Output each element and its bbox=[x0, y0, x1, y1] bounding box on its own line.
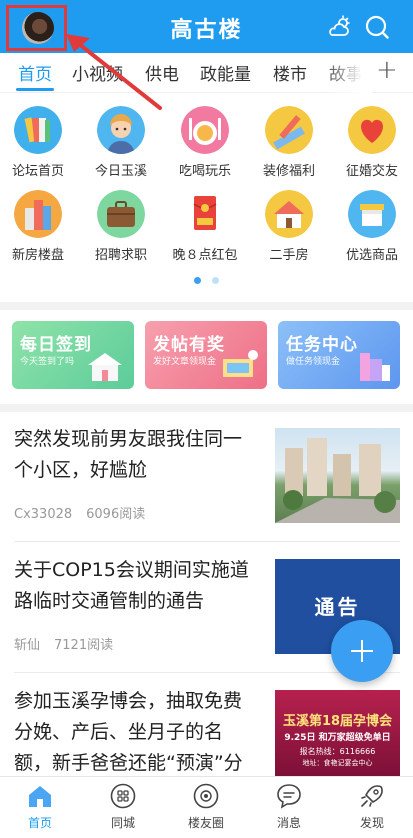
tab-property[interactable]: 楼市 bbox=[273, 60, 307, 85]
news-thumbnail[interactable] bbox=[275, 428, 400, 523]
grid-label: 晚８点红包 bbox=[172, 248, 238, 263]
person-avatar-icon bbox=[97, 106, 145, 154]
grid-item-yuxi-today[interactable]: 今日玉溪 bbox=[80, 106, 162, 188]
create-post-button[interactable] bbox=[331, 620, 393, 682]
grid-label: 招聘求职 bbox=[94, 248, 147, 263]
grid-label: 优选商品 bbox=[345, 248, 398, 263]
news-author: Cx33028 bbox=[14, 507, 73, 522]
post-reward-card[interactable]: 发帖有奖 发好文章领现金 bbox=[145, 321, 267, 389]
desk-illustration-icon bbox=[223, 350, 258, 377]
section-divider bbox=[0, 302, 413, 310]
news-thumbnail[interactable]: 玉溪第18届孕博会 9.25日 和万家超级免单日 报名热线：6116666 地址… bbox=[275, 690, 400, 776]
carousel-dot-active[interactable] bbox=[194, 277, 201, 284]
news-meta: 斩仙 7121阅读 bbox=[14, 634, 127, 653]
shopping-icon bbox=[348, 190, 396, 238]
grid-item-new-homes[interactable]: 新房楼盘 bbox=[0, 190, 79, 272]
grid-label: 吃喝玩乐 bbox=[178, 164, 231, 179]
grid-apps-icon bbox=[110, 783, 136, 809]
apartment-photo-icon bbox=[275, 438, 400, 523]
nav-label: 发现 bbox=[359, 816, 384, 830]
dining-icon bbox=[181, 106, 229, 154]
tower-illustration-icon bbox=[360, 353, 390, 381]
grid-label: 二手房 bbox=[269, 248, 309, 263]
carousel-dot[interactable] bbox=[212, 277, 219, 284]
house-illustration-icon bbox=[88, 353, 122, 381]
thumbnail-hotline: 报名热线：6116666 bbox=[299, 747, 376, 756]
card-subtitle: 今天签到了吗 bbox=[20, 357, 75, 367]
grid-item-red-envelope[interactable]: 晚８点红包 bbox=[164, 190, 246, 272]
carousel-dots bbox=[0, 277, 413, 285]
thumbnail-text: 玉溪第18届孕博会 bbox=[282, 714, 393, 729]
grid-label: 装修福利 bbox=[262, 164, 315, 179]
card-subtitle: 做任务领现金 bbox=[286, 357, 341, 367]
buildings-icon bbox=[14, 190, 62, 238]
news-title[interactable]: 突然发现前男友跟我住同一个小区，好尴尬 bbox=[14, 424, 254, 486]
grid-label: 新房楼盘 bbox=[11, 248, 64, 263]
thumbnail-text: 通告 bbox=[314, 595, 361, 619]
nav-label: 同城 bbox=[110, 816, 135, 830]
section-divider bbox=[0, 404, 413, 412]
news-reads: 7121阅读 bbox=[54, 638, 114, 653]
news-reads: 6096阅读 bbox=[86, 507, 146, 522]
grid-label: 论坛首页 bbox=[11, 164, 64, 179]
grid-label: 今日玉溪 bbox=[94, 164, 147, 179]
nav-item-discover[interactable]: 发现 bbox=[331, 777, 413, 838]
weather-cloud-icon[interactable] bbox=[326, 14, 352, 40]
thumbnail-address: 地址：食艳记宴会中心 bbox=[302, 759, 373, 767]
camera-circle-icon bbox=[193, 783, 219, 809]
rocket-icon bbox=[361, 785, 383, 807]
thumbnail-subtext: 9.25日 和万家超级免单日 bbox=[284, 733, 391, 743]
news-title[interactable]: 关于COP15会议期间实施道路临时交通管制的通告 bbox=[14, 555, 254, 617]
grid-item-forum[interactable]: 论坛首页 bbox=[0, 106, 79, 188]
nav-label: 消息 bbox=[276, 816, 301, 830]
tab-power[interactable]: 供电 bbox=[145, 60, 179, 85]
news-divider bbox=[14, 541, 400, 542]
tab-gov[interactable]: 政能量 bbox=[200, 60, 251, 85]
forum-books-icon bbox=[14, 106, 62, 154]
heart-icon bbox=[348, 106, 396, 154]
add-channel-button[interactable]: + bbox=[376, 55, 398, 85]
nav-label: 首页 bbox=[27, 816, 52, 830]
house-icon bbox=[265, 190, 313, 238]
checkin-card[interactable]: 每日签到 今天签到了吗 bbox=[12, 321, 134, 389]
card-subtitle: 发好文章领现金 bbox=[153, 357, 217, 367]
nav-item-messages[interactable]: 消息 bbox=[248, 777, 330, 838]
nav-item-local[interactable]: 同城 bbox=[82, 777, 164, 838]
grid-item-jobs[interactable]: 招聘求职 bbox=[80, 190, 162, 272]
tab-fade bbox=[322, 53, 372, 93]
grid-item-decor[interactable]: 装修福利 bbox=[248, 106, 330, 188]
nav-item-circle[interactable]: 楼友圈 bbox=[165, 777, 247, 838]
grid-label: 征婚交友 bbox=[345, 164, 398, 179]
channel-tabs: 首页 小视频 供电 政能量 楼市 故事 + bbox=[0, 53, 413, 93]
grid-item-dining[interactable]: 吃喝玩乐 bbox=[164, 106, 246, 188]
nav-item-home[interactable]: 首页 bbox=[0, 777, 81, 838]
tab-short-video[interactable]: 小视频 bbox=[72, 60, 123, 85]
red-envelope-icon bbox=[193, 196, 217, 230]
search-icon[interactable] bbox=[364, 14, 390, 40]
bottom-nav: 首页 同城 楼友圈 消息 发现 bbox=[0, 776, 413, 838]
grid-item-dating[interactable]: 征婚交友 bbox=[331, 106, 413, 188]
tab-home[interactable]: 首页 bbox=[18, 60, 52, 85]
news-meta: Cx33028 6096阅读 bbox=[14, 503, 159, 522]
ruler-pencil-icon bbox=[265, 106, 313, 154]
tab-active-indicator bbox=[16, 88, 54, 91]
briefcase-icon bbox=[97, 190, 145, 238]
task-center-card[interactable]: 任务中心 做任务领现金 bbox=[278, 321, 400, 389]
grid-item-second-hand-house[interactable]: 二手房 bbox=[248, 190, 330, 272]
news-author: 斩仙 bbox=[14, 638, 41, 653]
nav-label: 楼友圈 bbox=[187, 816, 224, 830]
grid-item-shopping[interactable]: 优选商品 bbox=[331, 190, 413, 272]
app-header: 高古楼 bbox=[0, 0, 413, 53]
chat-bubble-icon bbox=[277, 784, 301, 809]
home-icon bbox=[29, 786, 51, 807]
